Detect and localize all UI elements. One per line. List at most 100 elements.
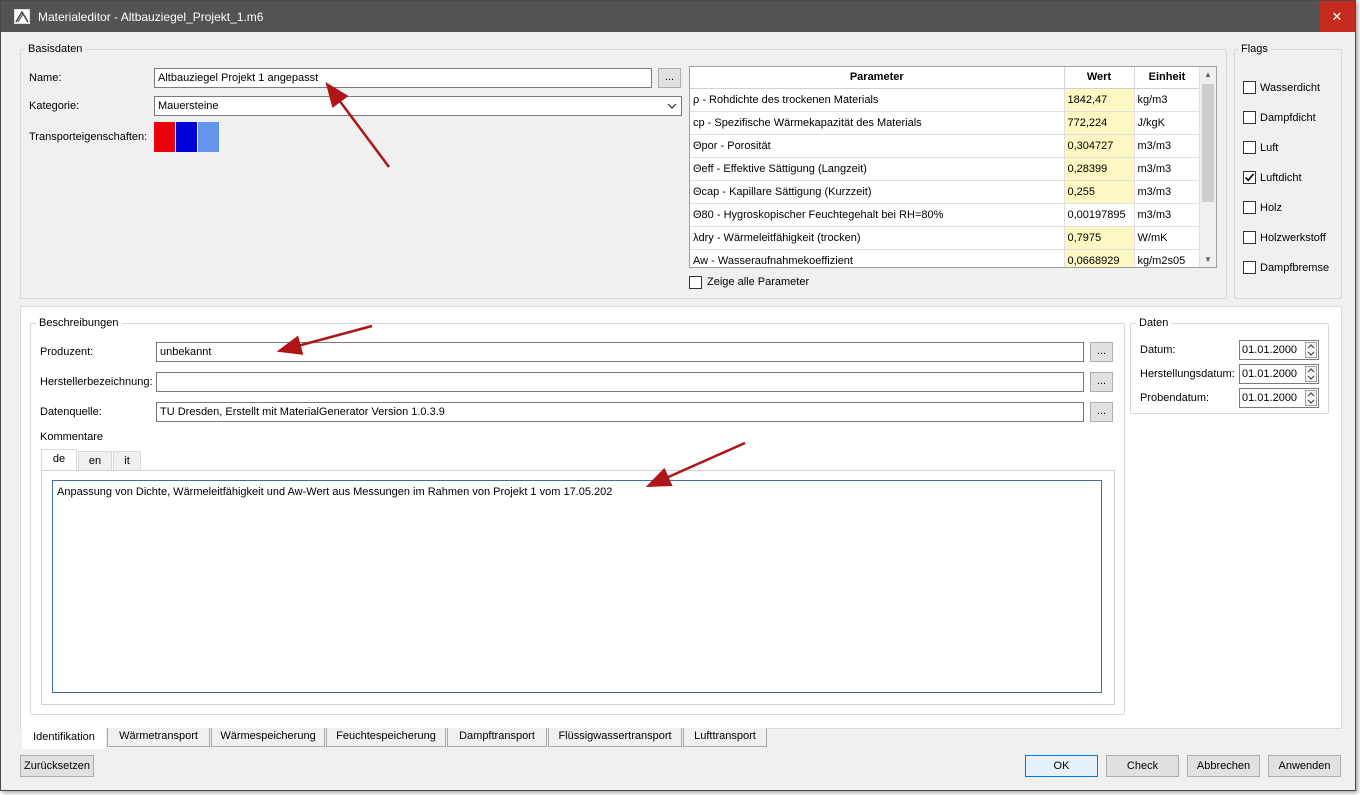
col-header-parameter[interactable]: Parameter [690, 67, 1065, 89]
param-name: Θeff - Effektive Sättigung (Langzeit) [690, 157, 1065, 181]
tab-dampftransport[interactable]: Dampftransport [447, 728, 547, 747]
col-header-wert[interactable]: Wert [1064, 67, 1135, 89]
param-unit: m3/m3 [1134, 203, 1201, 227]
param-value[interactable]: 1842,47 [1064, 88, 1135, 112]
probendatum-input[interactable]: 01.01.2000 [1239, 388, 1319, 408]
tab-lang-en[interactable]: en [78, 451, 112, 471]
param-value[interactable]: 0,304727 [1064, 134, 1135, 158]
table-row[interactable]: Θcap - Kapillare Sättigung (Kurzzeit) 0,2… [690, 180, 1201, 204]
ok-button[interactable]: OK [1025, 755, 1098, 777]
cancel-button[interactable]: Abbrechen [1187, 755, 1260, 777]
table-row[interactable]: Θeff - Effektive Sättigung (Langzeit) 0,2… [690, 157, 1201, 181]
name-dots-button[interactable]: ... [658, 68, 681, 88]
flag-checkbox[interactable] [1243, 141, 1256, 154]
col-header-einheit[interactable]: Einheit [1134, 67, 1201, 89]
tab-waermespeicherung[interactable]: Wärmespeicherung [211, 728, 325, 747]
spinner-icon[interactable] [1305, 366, 1317, 382]
param-name: Θcap - Kapillare Sättigung (Kurzzeit) [690, 180, 1065, 204]
name-label: Name: [29, 72, 62, 84]
table-row[interactable]: Θpor - Porosität 0,304727 m3/m3 [690, 134, 1201, 158]
scrollbar-thumb[interactable] [1202, 84, 1214, 202]
apply-button[interactable]: Anwenden [1268, 755, 1341, 777]
flag-checkbox[interactable] [1243, 171, 1256, 184]
produzent-dots-button[interactable]: ... [1090, 342, 1113, 362]
param-unit: W/mK [1134, 226, 1201, 250]
param-value[interactable]: 772,224 [1064, 111, 1135, 135]
datenquelle-input[interactable]: TU Dresden, Erstellt mit MaterialGenerat… [156, 402, 1084, 422]
datum-input[interactable]: 01.01.2000 [1239, 340, 1319, 360]
table-row[interactable]: ρ - Rohdichte des trockenen Materials 184… [690, 88, 1201, 112]
flag-label: Dampfdicht [1260, 112, 1316, 124]
param-value[interactable]: 0,255 [1064, 180, 1135, 204]
transport-label: Transporteigenschaften: [29, 131, 148, 143]
kategorie-select[interactable]: Mauersteine [154, 96, 682, 116]
flag-checkbox[interactable] [1243, 201, 1256, 214]
table-row[interactable]: Aw - Wasseraufnahmekoeffizient 0,0668929 k… [690, 249, 1201, 267]
flag-label: Luft [1260, 142, 1279, 154]
flag-label: Dampfbremse [1260, 262, 1330, 274]
flag-checkbox[interactable] [1243, 81, 1256, 94]
reset-button[interactable]: Zurücksetzen [20, 755, 94, 777]
flag-checkbox[interactable] [1243, 231, 1256, 244]
table-row[interactable]: Θ80 - Hygroskopischer Feuchtegehalt bei … [690, 203, 1201, 227]
app-icon [14, 9, 30, 24]
tab-fluessigwassertransport[interactable]: Flüssigwassertransport [548, 728, 682, 747]
table-row[interactable]: cp - Spezifische Wärmekapazität des Mate… [690, 111, 1201, 135]
table-row[interactable]: λdry - Wärmeleitfähigkeit (trocken) 0,797… [690, 226, 1201, 250]
close-button[interactable]: ✕ [1319, 1, 1355, 32]
window-title: Materialeditor - Altbauziegel_Projekt_1.… [38, 10, 264, 24]
flag-checkbox[interactable] [1243, 111, 1256, 124]
parameter-table[interactable]: Parameter Wert Einheit ρ - Rohdichte des… [689, 66, 1217, 268]
swatch-red[interactable] [154, 122, 175, 152]
spinner-icon[interactable] [1305, 342, 1317, 358]
param-unit: m3/m3 [1134, 157, 1201, 181]
tab-feuchtespeicherung[interactable]: Feuchtespeicherung [326, 728, 446, 747]
comment-textarea[interactable]: Anpassung von Dichte, Wärmeleitfähigkeit… [52, 480, 1102, 693]
table-header-row: Parameter Wert Einheit [690, 67, 1201, 89]
herstellungsdatum-input[interactable]: 01.01.2000 [1239, 364, 1319, 384]
hersteller-dots-button[interactable]: ... [1090, 372, 1113, 392]
param-unit: m3/m3 [1134, 134, 1201, 158]
param-unit: m3/m3 [1134, 180, 1201, 204]
param-value[interactable]: 0,28399 [1064, 157, 1135, 181]
datum-value: 01.01.2000 [1242, 344, 1298, 356]
param-unit: J/kgK [1134, 111, 1201, 135]
table-scrollbar[interactable]: ▲ ▼ [1199, 67, 1216, 267]
checkmark-icon [1244, 173, 1255, 182]
beschreibungen-title: Beschreibungen [36, 317, 122, 329]
material-editor-window: Materialeditor - Altbauziegel_Projekt_1.… [0, 0, 1356, 791]
probendatum-value: 01.01.2000 [1242, 392, 1298, 404]
flag-checkbox[interactable] [1243, 261, 1256, 274]
tab-lang-de[interactable]: de [41, 449, 77, 471]
produzent-input[interactable]: unbekannt [156, 342, 1084, 362]
tab-waermetransport[interactable]: Wärmetransport [107, 728, 210, 747]
datenquelle-dots-button[interactable]: ... [1090, 402, 1113, 422]
tab-lufttransport[interactable]: Lufttransport [683, 728, 767, 747]
kategorie-label: Kategorie: [29, 100, 80, 112]
flag-label: Holz [1260, 202, 1283, 214]
param-value[interactable]: 0,0668929 [1064, 249, 1135, 267]
probendatum-label: Probendatum: [1140, 392, 1210, 404]
herstellungsdatum-value: 01.01.2000 [1242, 368, 1298, 380]
swatch-blue[interactable] [176, 122, 197, 152]
daten-title: Daten [1136, 317, 1172, 329]
hersteller-input[interactable] [156, 372, 1084, 392]
scroll-down-icon[interactable]: ▼ [1204, 255, 1212, 264]
param-name: cp - Spezifische Wärmekapazität des Mate… [690, 111, 1065, 135]
basisdaten-title: Basisdaten [25, 43, 86, 55]
name-input[interactable]: Altbauziegel Projekt 1 angepasst [154, 68, 652, 88]
comment-text: Anpassung von Dichte, Wärmeleitfähigkeit… [57, 486, 613, 498]
scroll-up-icon[interactable]: ▲ [1204, 70, 1212, 79]
chevron-down-icon [667, 103, 677, 109]
show-all-params-checkbox[interactable] [689, 276, 702, 289]
check-button[interactable]: Check [1106, 755, 1179, 777]
tab-lang-it[interactable]: it [113, 451, 141, 471]
swatch-lightblue[interactable] [198, 122, 219, 152]
datenquelle-label: Datenquelle: [40, 406, 102, 418]
param-value[interactable]: 0,7975 [1064, 226, 1135, 250]
param-value[interactable]: 0,00197895 [1064, 203, 1135, 227]
param-name: Θ80 - Hygroskopischer Feuchtegehalt bei … [690, 203, 1065, 227]
tab-identifikation[interactable]: Identifikation [22, 728, 106, 749]
spinner-icon[interactable] [1305, 390, 1317, 406]
kategorie-value: Mauersteine [158, 100, 219, 112]
